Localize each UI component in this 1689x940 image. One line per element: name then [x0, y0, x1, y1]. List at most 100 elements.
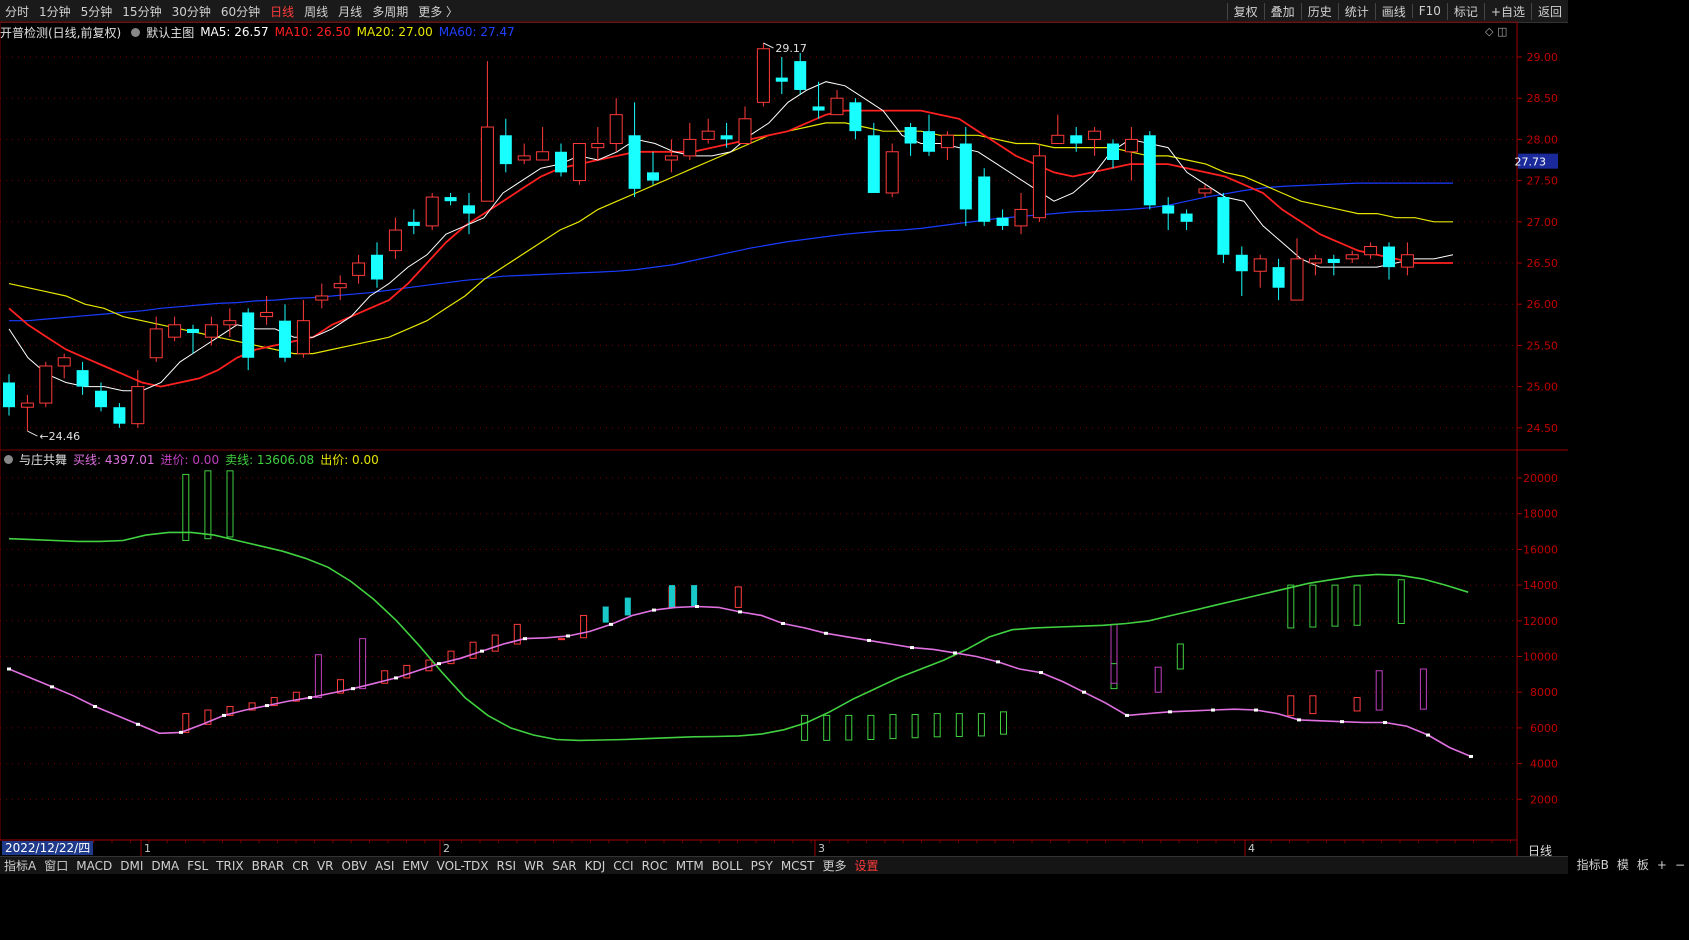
buy-line-marker [910, 646, 914, 650]
indicator-tab-1[interactable]: 窗口 [40, 857, 72, 874]
indicator-tab-9[interactable]: VR [313, 859, 338, 873]
indicator-tab-10[interactable]: OBV [338, 859, 372, 873]
buy-histogram-bar [1353, 697, 1361, 712]
buy-line-marker [480, 649, 484, 653]
candle-body [1290, 258, 1304, 301]
indicator-b-button-3[interactable]: + [1653, 858, 1671, 872]
buy-line-marker [1039, 671, 1043, 675]
indicator-tab-6[interactable]: TRIX [212, 859, 247, 873]
sell-histogram-bar-filled [669, 585, 675, 608]
candle-body [223, 320, 237, 326]
candle-body [95, 390, 107, 408]
buy-line-marker [953, 651, 957, 655]
sell-histogram-bar [226, 470, 234, 538]
buy-line [8, 605, 1472, 758]
indicator-tab-2[interactable]: MACD [72, 859, 116, 873]
buy-line-marker [1082, 690, 1086, 694]
candle-body [609, 114, 623, 145]
indicator-tab-20[interactable]: MTM [672, 859, 708, 873]
indicator-tab-15[interactable]: WR [520, 859, 548, 873]
indicator-tick-label: 4000 [1530, 758, 1558, 771]
candle-body [812, 106, 825, 111]
candle-body [628, 135, 641, 189]
indicator-tab-24[interactable]: 更多 [819, 857, 851, 874]
indicator-tab-23[interactable]: MCST [777, 859, 819, 873]
candle-body [849, 102, 862, 132]
candle-body [1272, 267, 1285, 288]
candle-body [720, 135, 733, 140]
candle-body [978, 176, 991, 222]
buy-histogram-bar [1110, 623, 1118, 684]
candle-body [1088, 130, 1102, 140]
indicator-tab-14[interactable]: RSI [493, 859, 521, 873]
indicator-tab-12[interactable]: EMV [398, 859, 432, 873]
indicator-tab-3[interactable]: DMI [116, 859, 147, 873]
indicator-tab-17[interactable]: KDJ [581, 859, 610, 873]
indicator-b-button-4[interactable]: − [1671, 858, 1689, 872]
buy-histogram-bar [425, 659, 433, 672]
indicator-tick-label: 2000 [1530, 793, 1558, 806]
buy-line-marker [1426, 733, 1430, 737]
month-label: 4 [1248, 842, 1255, 855]
buy-line-marker [1383, 721, 1387, 725]
high-annotation: 29.17 [775, 42, 807, 55]
buy-line-marker [523, 637, 527, 641]
stock-chart[interactable]: 29.00 28.50 28.00 27.50 27.00 26.50 26.00 25.50… [0, 0, 1568, 856]
indicator-tab-21[interactable]: BOLL [708, 859, 747, 873]
candle-body [664, 155, 678, 161]
candle-body [867, 135, 880, 193]
candle-body [940, 134, 954, 149]
indicator-tab-13[interactable]: VOL-TDX [433, 859, 493, 873]
buy-line-marker [437, 662, 441, 666]
candle-body [333, 283, 347, 289]
indicator-tab-19[interactable]: ROC [638, 859, 672, 873]
candle-body [1143, 135, 1156, 206]
indicator-b-button-2[interactable]: 板 [1633, 856, 1653, 873]
candle-body [1198, 188, 1212, 194]
indicator-tab-0[interactable]: 指标A [0, 857, 40, 874]
candle-body [1235, 254, 1248, 272]
candle-body [39, 365, 53, 404]
indicator-tab-8[interactable]: CR [288, 859, 313, 873]
high-annotation-arrow [763, 42, 774, 49]
buy-histogram-bar [359, 638, 367, 690]
price-tick-label: 25.00 [1527, 381, 1559, 394]
candle-body [113, 407, 126, 424]
candle-body [168, 324, 182, 338]
buy-line-marker [781, 621, 785, 625]
candle-body [149, 328, 163, 359]
indicator-tab-16[interactable]: SAR [548, 859, 580, 873]
price-tick-label: 29.00 [1527, 51, 1559, 64]
buy-line-marker [136, 722, 140, 726]
buy-histogram-bar [1309, 695, 1317, 715]
buy-line-marker [609, 622, 613, 626]
candle-body [1383, 246, 1395, 268]
sell-histogram-bar [1353, 584, 1361, 626]
price-tick-label: 27.50 [1527, 175, 1559, 188]
indicator-b-button-1[interactable]: 模 [1613, 856, 1633, 873]
buy-line-marker [738, 610, 742, 614]
indicator-tab-5[interactable]: FSL [183, 859, 212, 873]
buy-line-marker [1340, 720, 1344, 724]
indicator-tab-25[interactable]: 设置 [851, 857, 883, 874]
current-price-label: 27.73 [1515, 156, 1547, 169]
buy-line-marker [93, 704, 97, 708]
indicator-tab-7[interactable]: BRAR [248, 859, 289, 873]
buy-line-marker [1125, 713, 1129, 717]
indicator-tick-label: 10000 [1523, 651, 1558, 664]
indicator-tab-4[interactable]: DMA [147, 859, 183, 873]
ma20-line [8, 122, 1453, 355]
buy-line-marker [1297, 718, 1301, 722]
candle-body [572, 143, 586, 182]
buy-line-marker [351, 687, 355, 691]
candle-body [1162, 205, 1175, 214]
indicator-tab-11[interactable]: ASI [371, 859, 398, 873]
candle-body [738, 118, 752, 145]
sell-histogram-bar-filled [602, 606, 609, 623]
buy-line-marker [308, 696, 312, 700]
indicator-tab-22[interactable]: PSY [747, 859, 777, 873]
candle-body [76, 370, 89, 387]
indicator-tab-18[interactable]: CCI [609, 859, 637, 873]
indicator-b-button-0[interactable]: 指标B [1573, 856, 1613, 873]
candle-body [444, 197, 457, 202]
